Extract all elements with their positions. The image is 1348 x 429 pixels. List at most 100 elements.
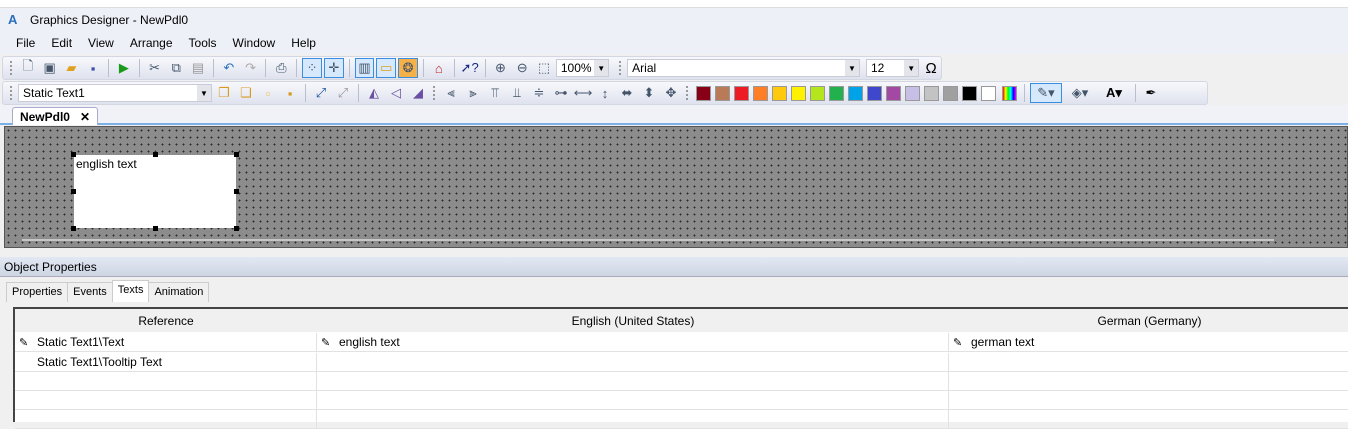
tab-animation[interactable]: Animation bbox=[148, 282, 210, 302]
tab-events[interactable]: Events bbox=[67, 282, 113, 302]
menu-arrange[interactable]: Arrange bbox=[122, 36, 181, 50]
horizontal-scrollbar[interactable] bbox=[22, 239, 1274, 241]
toolbar-grip[interactable] bbox=[10, 61, 13, 75]
resize-handle[interactable] bbox=[153, 226, 158, 231]
resize-handle[interactable] bbox=[153, 152, 158, 157]
german-cell[interactable] bbox=[949, 353, 1348, 371]
color-swatch[interactable] bbox=[772, 85, 787, 101]
paste-icon[interactable]: ▤ bbox=[188, 58, 208, 78]
table-row[interactable]: ✎ Static Text1\Text ✎ english text ✎ german… bbox=[15, 333, 1348, 352]
color-swatch[interactable] bbox=[867, 85, 882, 101]
run-icon[interactable]: ▶ bbox=[114, 58, 134, 78]
chevron-down-icon[interactable]: ▼ bbox=[844, 60, 859, 76]
color-swatch[interactable] bbox=[791, 85, 806, 101]
object-select[interactable]: Static Text1 ▼ bbox=[18, 84, 212, 102]
english-cell[interactable]: english text bbox=[339, 335, 400, 349]
rotate-icon[interactable]: ◢ bbox=[408, 83, 428, 103]
resize-handle[interactable] bbox=[234, 189, 239, 194]
menu-help[interactable]: Help bbox=[283, 36, 324, 50]
align-right-icon[interactable]: ⫸ bbox=[463, 83, 483, 103]
color-swatch[interactable] bbox=[943, 85, 958, 101]
library-icon[interactable]: ▭ bbox=[376, 58, 397, 78]
font-size-select[interactable]: 12 ▼ bbox=[865, 59, 920, 77]
color-swatch[interactable] bbox=[848, 85, 863, 101]
send-to-back-icon[interactable]: ❏ bbox=[236, 83, 256, 103]
resize-handle[interactable] bbox=[71, 152, 76, 157]
english-cell[interactable] bbox=[317, 353, 949, 371]
color-swatch[interactable] bbox=[905, 85, 920, 101]
column-header-german[interactable]: German (Germany) bbox=[949, 309, 1348, 332]
bring-forward-icon[interactable]: ▫ bbox=[258, 83, 278, 103]
table-row[interactable]: Static Text1\Tooltip Text bbox=[15, 353, 1348, 372]
mirror-vertical-icon[interactable]: ◁ bbox=[386, 83, 406, 103]
align-bottom-icon[interactable]: ⫫ bbox=[507, 83, 527, 103]
color-swatch[interactable] bbox=[981, 85, 996, 101]
chevron-down-icon[interactable]: ▼ bbox=[197, 85, 211, 101]
color-swatch[interactable] bbox=[696, 85, 711, 101]
snap-to-grid-icon[interactable]: ✛ bbox=[323, 58, 344, 78]
color-swatch[interactable] bbox=[753, 85, 768, 101]
color-swatch[interactable] bbox=[810, 85, 825, 101]
menu-tools[interactable]: Tools bbox=[181, 36, 225, 50]
center-horizontal-icon[interactable]: ≑ bbox=[529, 83, 549, 103]
open-folder-icon[interactable]: ▰ bbox=[61, 58, 81, 78]
color-swatch[interactable] bbox=[734, 85, 749, 101]
toolbar-grip[interactable] bbox=[619, 61, 622, 75]
line-color-icon[interactable]: ✎▾ bbox=[1030, 83, 1062, 103]
help-pointer-icon[interactable]: ➚? bbox=[460, 58, 480, 78]
resize-handle[interactable] bbox=[71, 189, 76, 194]
cut-icon[interactable]: ✂ bbox=[145, 58, 165, 78]
font-select[interactable]: Arial ▼ bbox=[627, 59, 860, 77]
redo-icon[interactable]: ↷ bbox=[241, 58, 261, 78]
color-swatch-custom[interactable] bbox=[1002, 85, 1017, 101]
same-height-icon[interactable]: ⬍ bbox=[639, 83, 659, 103]
close-icon[interactable]: ✕ bbox=[80, 110, 90, 124]
zoom-select[interactable]: 100% ▼ bbox=[555, 59, 610, 77]
layers-icon[interactable]: ❂ bbox=[398, 58, 418, 78]
toolbar-grip[interactable] bbox=[686, 86, 689, 100]
column-header-english[interactable]: English (United States) bbox=[317, 309, 949, 332]
color-swatch[interactable] bbox=[962, 85, 977, 101]
align-top-icon[interactable]: ⫪ bbox=[485, 83, 505, 103]
font-color-icon[interactable]: A▾ bbox=[1098, 83, 1130, 103]
toolbar-grip[interactable] bbox=[10, 86, 13, 100]
disconnect-icon[interactable]: ⤢ bbox=[333, 83, 353, 103]
copy-icon[interactable]: ⧉ bbox=[166, 58, 186, 78]
new-icon[interactable]: 🗋 bbox=[18, 58, 38, 78]
german-cell[interactable]: german text bbox=[971, 335, 1034, 349]
color-swatch[interactable] bbox=[924, 85, 939, 101]
splitter[interactable] bbox=[0, 248, 1348, 256]
tab-newpdl0[interactable]: NewPdl0 ✕ bbox=[12, 107, 98, 125]
resize-handle[interactable] bbox=[71, 226, 76, 231]
toolbar-grip[interactable] bbox=[433, 86, 436, 100]
same-size-icon[interactable]: ✥ bbox=[661, 83, 681, 103]
menu-file[interactable]: File bbox=[8, 36, 43, 50]
object-palette-icon[interactable]: ⌂ bbox=[429, 58, 449, 78]
zoom-in-icon[interactable]: ⊕ bbox=[491, 58, 511, 78]
menu-view[interactable]: View bbox=[80, 36, 122, 50]
space-horizontal-icon[interactable]: ⟷ bbox=[573, 83, 593, 103]
tab-properties[interactable]: Properties bbox=[6, 282, 69, 302]
bring-to-front-icon[interactable]: ❐ bbox=[214, 83, 234, 103]
properties-panel-icon[interactable]: ▥ bbox=[354, 58, 375, 78]
special-character-icon[interactable]: Ω bbox=[921, 58, 941, 78]
resize-handle[interactable] bbox=[234, 152, 239, 157]
center-vertical-icon[interactable]: ⊶ bbox=[551, 83, 571, 103]
resize-handle[interactable] bbox=[234, 226, 239, 231]
space-vertical-icon[interactable]: ↕ bbox=[595, 83, 615, 103]
chevron-down-icon[interactable]: ▼ bbox=[594, 60, 609, 76]
zoom-out-icon[interactable]: ⊖ bbox=[512, 58, 532, 78]
save-icon[interactable]: ▪ bbox=[83, 58, 103, 78]
print-icon[interactable]: ⎙ bbox=[271, 58, 291, 78]
menu-window[interactable]: Window bbox=[225, 36, 284, 50]
grid-icon[interactable]: ⁘ bbox=[302, 58, 322, 78]
undo-icon[interactable]: ↶ bbox=[219, 58, 239, 78]
color-swatch[interactable] bbox=[886, 85, 901, 101]
send-backward-icon[interactable]: ▪ bbox=[280, 83, 300, 103]
new-template-icon[interactable]: ▣ bbox=[40, 58, 60, 78]
menu-edit[interactable]: Edit bbox=[43, 36, 80, 50]
connector-icon[interactable]: ⤢ bbox=[311, 83, 331, 103]
static-text-object[interactable]: english text bbox=[71, 152, 239, 231]
eyedropper-icon[interactable]: ✒ bbox=[1141, 83, 1161, 103]
align-left-icon[interactable]: ⫷ bbox=[441, 83, 461, 103]
